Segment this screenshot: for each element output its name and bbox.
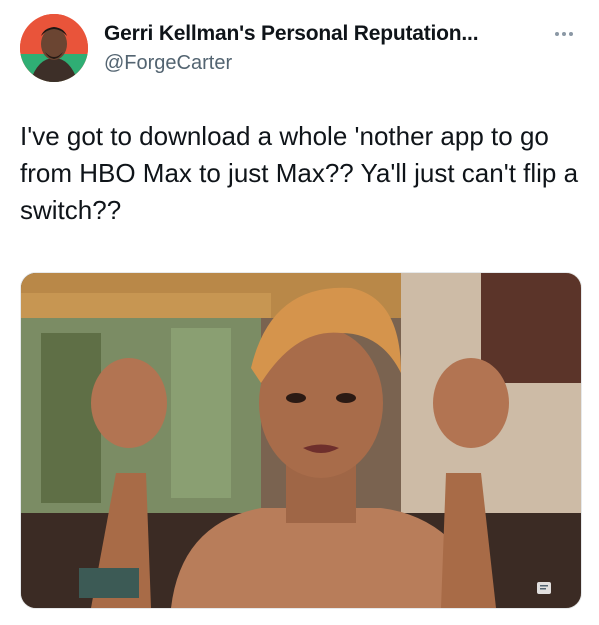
more-horizontal-icon[interactable] <box>548 24 580 44</box>
tweet-media[interactable] <box>20 272 582 609</box>
dot <box>555 32 559 36</box>
tweet-text: I've got to download a whole 'nother app… <box>20 121 579 225</box>
gif-media-icon[interactable] <box>537 582 551 594</box>
user-handle[interactable]: @ForgeCarter <box>104 52 232 75</box>
avatar[interactable] <box>20 14 88 82</box>
tweet-card: Gerri Kellman's Personal Reputation... @… <box>0 0 599 625</box>
avatar-image <box>20 14 88 82</box>
dot <box>562 32 566 36</box>
media-image <box>21 273 581 608</box>
dot <box>569 32 573 36</box>
display-name[interactable]: Gerri Kellman's Personal Reputation... <box>104 22 479 46</box>
